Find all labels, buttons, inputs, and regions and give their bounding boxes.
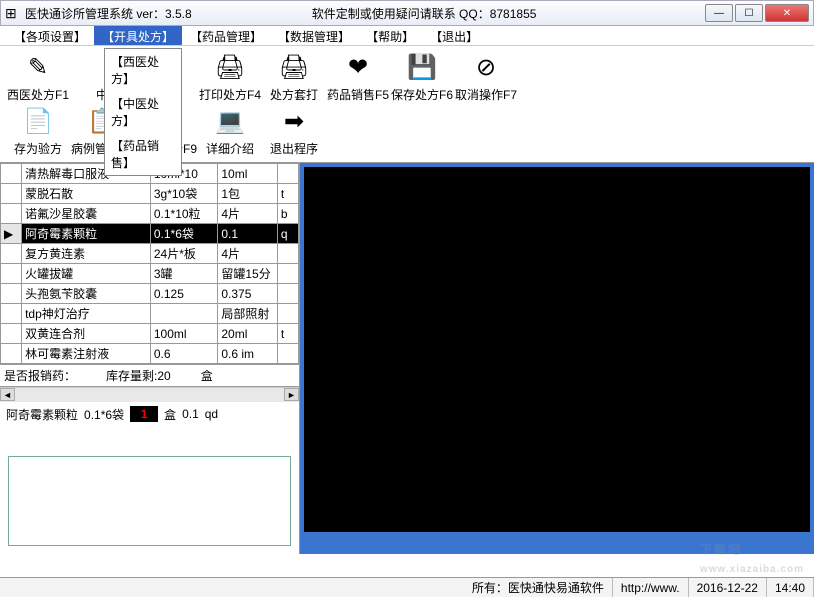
edit-row: 阿奇霉素颗粒 0.1*6袋 1 盒 0.1 qd [0, 402, 299, 426]
stock-unit: 盒 [201, 367, 213, 384]
table-row[interactable]: 火罐拔罐3罐留罐15分 [1, 264, 299, 284]
dropdown-item-0[interactable]: 【西医处方】 [105, 49, 181, 91]
edit-spec: 0.1*6袋 [84, 406, 124, 423]
toolbar-label: 取消操作F7 [455, 86, 517, 103]
menu-item-0[interactable]: 【各项设置】 [6, 26, 94, 45]
toolbar-退出程序[interactable]: ➡ 退出程序 [262, 104, 326, 158]
toolbar-保存处方F6[interactable]: 💾 保存处方F6 [390, 50, 454, 104]
toolbar-icon: 🖨 [214, 52, 246, 84]
toolbar-取消操作F7[interactable]: ⊘ 取消操作F7 [454, 50, 518, 104]
reimburse-label: 是否报销药： [4, 367, 76, 384]
window-title: 医快通诊所管理系统 ver：3.5.8 [25, 5, 192, 22]
table-row[interactable]: 蒙脱石散3g*10袋1包t [1, 184, 299, 204]
maximize-button[interactable]: ☐ [735, 4, 763, 22]
title-bar: ⊞ 医快通诊所管理系统 ver：3.5.8 软件定制或使用疑问请联系 QQ：87… [0, 0, 814, 26]
toolbar-icon: ⊘ [470, 52, 502, 84]
status-bar: 所有：医快通快易通软件 http://www. 2016-12-22 14:40 [0, 577, 814, 597]
toolbar-icon: 📄 [22, 106, 54, 138]
edit-freq: qd [205, 407, 218, 421]
toolbar-label: 药品销售F5 [327, 86, 389, 103]
toolbar-label: 详细介绍 [206, 140, 254, 157]
status-time: 14:40 [767, 578, 814, 597]
window-subtitle: 软件定制或使用疑问请联系 QQ：8781855 [312, 5, 537, 22]
toolbar-药品销售F5[interactable]: ❤ 药品销售F5 [326, 50, 390, 104]
toolbar-icon: 💾 [406, 52, 438, 84]
dropdown-item-1[interactable]: 【中医处方】 [105, 91, 181, 133]
scroll-left-icon[interactable]: ◄ [0, 388, 15, 401]
toolbar-label: 退出程序 [270, 140, 318, 157]
table-row[interactable]: 诺氟沙星胶囊0.1*10粒4片b [1, 204, 299, 224]
table-row[interactable]: 林可霉素注射液0.60.6 im [1, 344, 299, 364]
menu-item-1[interactable]: 【开具处方】 [94, 26, 182, 45]
edit-name: 阿奇霉素颗粒 [6, 406, 78, 423]
toolbar-label: 西医处方F1 [7, 86, 69, 103]
scroll-right-icon[interactable]: ► [284, 388, 299, 401]
toolbar-icon: ❤ [342, 52, 374, 84]
right-pane [300, 163, 814, 554]
preview-area [304, 167, 810, 532]
menu-item-3[interactable]: 【数据管理】 [270, 26, 358, 45]
medicine-grid[interactable]: 清热解毒口服液10ml*1010ml蒙脱石散3g*10袋1包t诺氟沙星胶囊0.1… [0, 163, 299, 364]
stock-row: 是否报销药： 库存量剩:20 盒 [0, 364, 299, 387]
toolbar-详细介绍[interactable]: 💻 详细介绍 [198, 104, 262, 158]
toolbar-打印处方F4[interactable]: 🖨 打印处方F4 [198, 50, 262, 104]
table-row[interactable]: 双黄连合剂100ml20mlt [1, 324, 299, 344]
minimize-button[interactable]: — [705, 4, 733, 22]
prescription-dropdown: 【西医处方】【中医处方】【药品销售】 [104, 48, 182, 176]
menu-item-4[interactable]: 【帮助】 [358, 26, 422, 45]
table-row[interactable]: 头孢氨苄胶囊0.1250.375 [1, 284, 299, 304]
menu-item-5[interactable]: 【退出】 [422, 26, 486, 45]
toolbar-label: 保存处方F6 [391, 86, 453, 103]
close-button[interactable]: ✕ [765, 4, 809, 22]
dropdown-item-2[interactable]: 【药品销售】 [105, 133, 181, 175]
toolbar-处方套打[interactable]: 🖨 处方套打 [262, 50, 326, 104]
app-icon: ⊞ [5, 5, 21, 21]
toolbar-label: 打印处方F4 [199, 86, 261, 103]
h-scrollbar[interactable]: ◄ ► [0, 387, 299, 402]
table-row[interactable]: 复方黄连素24片*板4片 [1, 244, 299, 264]
toolbar-icon: 🖨 [278, 52, 310, 84]
menu-bar: 【各项设置】【开具处方】【药品管理】【数据管理】【帮助】【退出】 [0, 26, 814, 46]
status-owner: 所有：医快通快易通软件 [464, 578, 613, 597]
toolbar-存为验方[interactable]: 📄 存为验方 [6, 104, 70, 158]
table-row[interactable]: ▶阿奇霉素颗粒0.1*6袋0.1q [1, 224, 299, 244]
edit-unit: 盒 [164, 406, 176, 423]
qty-input[interactable]: 1 [130, 406, 158, 422]
toolbar-label: 存为验方 [14, 140, 62, 157]
toolbar-label: 处方套打 [270, 86, 318, 103]
toolbar-icon: 💻 [214, 106, 246, 138]
table-row[interactable]: tdp神灯治疗局部照射 [1, 304, 299, 324]
left-pane: 清热解毒口服液10ml*1010ml蒙脱石散3g*10袋1包t诺氟沙星胶囊0.1… [0, 163, 300, 554]
stock-label: 库存量剩:20 [106, 367, 171, 384]
toolbar-西医处方F1[interactable]: ✎ 西医处方F1 [6, 50, 70, 104]
edit-dose: 0.1 [182, 407, 199, 421]
toolbar-icon: ✎ [22, 52, 54, 84]
menu-item-2[interactable]: 【药品管理】 [182, 26, 270, 45]
status-date: 2016-12-22 [689, 578, 767, 597]
status-url[interactable]: http://www. [613, 578, 689, 597]
notes-textarea[interactable] [8, 456, 291, 546]
toolbar-icon: ➡ [278, 106, 310, 138]
